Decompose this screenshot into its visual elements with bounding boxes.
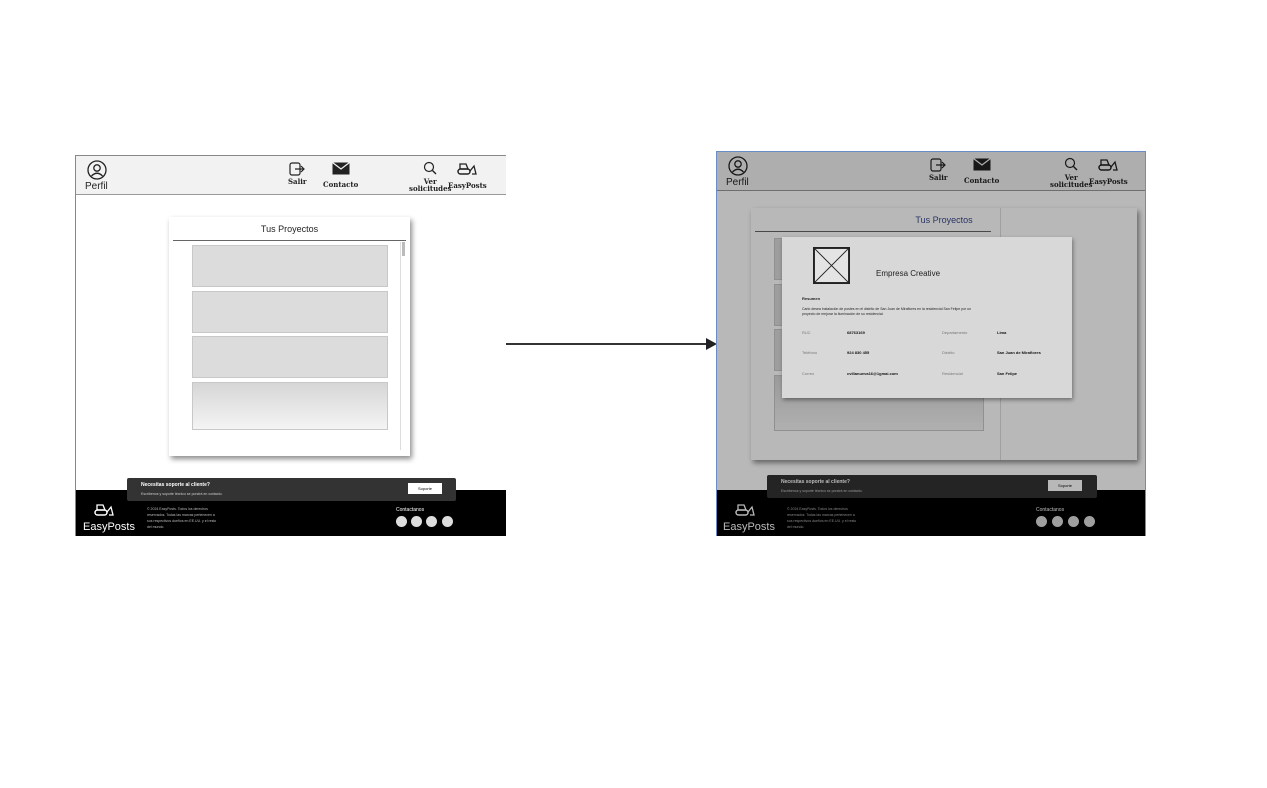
bulldozer-logo-icon: [457, 163, 478, 175]
footer-brand: EasyPosts: [83, 521, 135, 533]
residencial-value: San Felipe: [997, 371, 1018, 376]
contact-label: Contactanos: [396, 507, 425, 513]
social-icon[interactable]: [442, 516, 453, 527]
support-banner: Necesitas soporte al cliente? Escríbenos…: [127, 478, 456, 501]
title-divider: [173, 240, 406, 241]
search-icon: [424, 161, 437, 175]
nav-ver-solicitudes[interactable]: Ver solicitudes: [409, 161, 451, 192]
social-icon[interactable]: [396, 516, 407, 527]
distrito-label: Distrito: [942, 350, 955, 355]
support-question: Necesitas soporte al cliente?: [141, 482, 210, 488]
project-tile[interactable]: [192, 336, 388, 378]
nav-easyposts-label: EasyPosts: [448, 181, 487, 190]
social-icon[interactable]: [426, 516, 437, 527]
support-button[interactable]: Soporte: [408, 483, 442, 494]
departamento-label: Departamento: [942, 330, 968, 335]
resumen-label: Resumen: [802, 296, 821, 301]
screen-projects-list: Perfil Salir Contacto Ver solicitudes Ea…: [75, 155, 506, 536]
distrito-value: San Juan de Miraflores: [997, 350, 1041, 355]
telefono-value: 924 830 455: [847, 350, 870, 355]
copyright-line: del mundo.: [147, 525, 165, 529]
correo-label: Correo: [802, 371, 815, 376]
nav-easyposts[interactable]: EasyPosts: [448, 162, 487, 189]
project-tile[interactable]: [192, 245, 388, 287]
perfil-label[interactable]: Perfil: [85, 181, 108, 192]
departamento-value: Lima: [997, 330, 1007, 335]
logout-icon: [289, 162, 306, 176]
scrollbar-thumb[interactable]: [402, 242, 405, 256]
projects-card-title: Tus Proyectos: [260, 224, 319, 234]
projects-card: Tus Proyectos: [169, 217, 410, 456]
telefono-label: Teléfono: [802, 350, 818, 355]
residencial-label: Residencial: [942, 371, 963, 376]
nav-contacto-label: Contacto: [323, 180, 359, 189]
top-navbar: Perfil Salir Contacto Ver solicitudes Ea…: [76, 156, 506, 195]
company-name: Empresa Creative: [876, 269, 941, 278]
ruc-label: RUC: [802, 330, 811, 335]
social-icon[interactable]: [411, 516, 422, 527]
user-avatar-icon[interactable]: [87, 160, 107, 180]
project-detail-modal: Empresa Creative Resumen Carlo desea ins…: [782, 237, 1072, 398]
footer-bulldozer-icon: [94, 504, 114, 516]
scrollbar-track[interactable]: [400, 242, 406, 450]
nav-ver-label-2: solicitudes: [409, 184, 452, 193]
project-tile[interactable]: [192, 291, 388, 333]
nav-salir[interactable]: Salir: [288, 162, 307, 185]
company-image-placeholder-icon: [813, 247, 850, 284]
support-subtext: Escríbenos y soporte técnico se pondrá e…: [141, 492, 223, 496]
project-description: Carlo desea instalación de postes en el …: [802, 307, 1042, 317]
footer-copyright: © 2024 EasyPosts. Todos los derechos res…: [147, 506, 247, 530]
description-line: proyecto de mejorar la iluminación de su…: [802, 312, 884, 316]
ruc-value: 68763169: [847, 330, 865, 335]
correo-value: cvillanueva16@1gmai.com: [847, 371, 898, 376]
nav-salir-label: Salir: [288, 177, 307, 186]
screen-project-detail: Perfil Salir Contacto Ver solicitudes Ea…: [716, 151, 1146, 536]
nav-contacto[interactable]: Contacto: [323, 162, 358, 188]
project-tile[interactable]: [192, 382, 388, 430]
envelope-icon: [331, 162, 350, 175]
